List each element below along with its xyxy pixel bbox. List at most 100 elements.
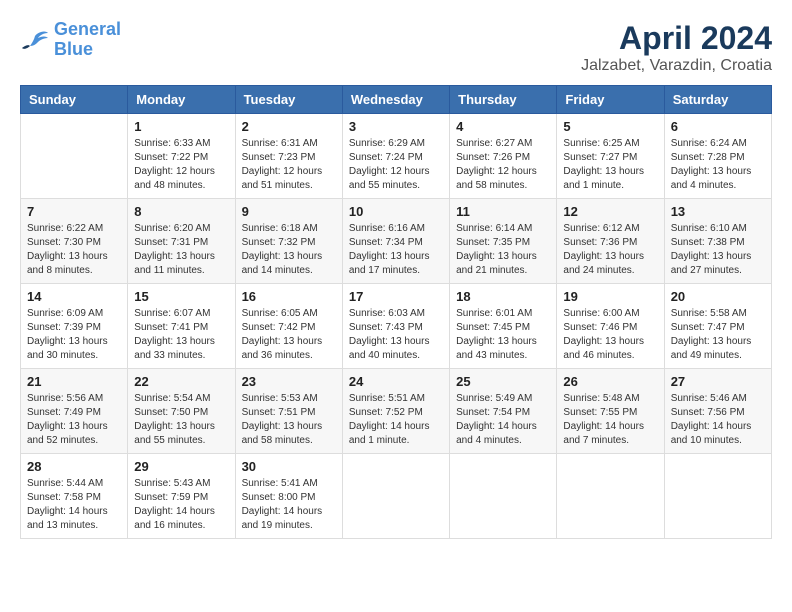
day-number: 27	[671, 374, 765, 389]
logo-line2: Blue	[54, 39, 93, 59]
calendar-cell: 16 Sunrise: 6:05 AM Sunset: 7:42 PM Dayli…	[235, 284, 342, 369]
calendar-week-row: 1Sunrise: 6:33 AM Sunset: 7:22 PM Daylig…	[21, 114, 772, 199]
calendar-cell: 6Sunrise: 6:24 AM Sunset: 7:28 PM Daylig…	[664, 114, 771, 199]
day-number: 14	[27, 289, 121, 304]
day-number: 9	[242, 204, 336, 219]
calendar-cell: 2Sunrise: 6:31 AM Sunset: 7:23 PM Daylig…	[235, 114, 342, 199]
day-number: 12	[563, 204, 657, 219]
calendar-cell: 11 Sunrise: 6:14 AM Sunset: 7:35 PM Dayli…	[450, 199, 557, 284]
calendar-header-day: Friday	[557, 86, 664, 114]
day-info: Sunrise: 6:25 AM Sunset: 7:27 PM Dayligh…	[563, 137, 657, 193]
calendar-cell: 27 Sunrise: 5:46 AM Sunset: 7:56 PM Dayli…	[664, 369, 771, 454]
calendar-cell: 5 Sunrise: 6:25 AM Sunset: 7:27 PM Daylig…	[557, 114, 664, 199]
day-info: Sunrise: 5:41 AM Sunset: 8:00 PM Dayligh…	[242, 477, 336, 533]
calendar-cell: 20 Sunrise: 5:58 AM Sunset: 7:47 PM Dayli…	[664, 284, 771, 369]
calendar-cell: 3 Sunrise: 6:29 AM Sunset: 7:24 PM Daylig…	[342, 114, 449, 199]
calendar-header-row: SundayMondayTuesdayWednesdayThursdayFrid…	[21, 86, 772, 114]
calendar-header-day: Sunday	[21, 86, 128, 114]
calendar-week-row: 28Sunrise: 5:44 AM Sunset: 7:58 PM Dayli…	[21, 454, 772, 539]
day-info: Sunrise: 6:07 AM Sunset: 7:41 PM Dayligh…	[134, 307, 228, 363]
day-number: 15	[134, 289, 228, 304]
day-number: 16	[242, 289, 336, 304]
calendar-week-row: 21Sunrise: 5:56 AM Sunset: 7:49 PM Dayli…	[21, 369, 772, 454]
day-number: 13	[671, 204, 765, 219]
day-number: 24	[349, 374, 443, 389]
logo-icon	[20, 28, 50, 52]
day-number: 23	[242, 374, 336, 389]
day-info: Sunrise: 6:16 AM Sunset: 7:34 PM Dayligh…	[349, 222, 443, 278]
day-info: Sunrise: 5:48 AM Sunset: 7:55 PM Dayligh…	[563, 392, 657, 448]
day-info: Sunrise: 6:12 AM Sunset: 7:36 PM Dayligh…	[563, 222, 657, 278]
logo-text: General Blue	[54, 20, 121, 60]
calendar-cell: 15 Sunrise: 6:07 AM Sunset: 7:41 PM Dayli…	[128, 284, 235, 369]
calendar-cell: 28Sunrise: 5:44 AM Sunset: 7:58 PM Dayli…	[21, 454, 128, 539]
day-number: 11	[456, 204, 550, 219]
calendar-header-day: Wednesday	[342, 86, 449, 114]
logo: General Blue	[20, 20, 121, 60]
day-info: Sunrise: 5:46 AM Sunset: 7:56 PM Dayligh…	[671, 392, 765, 448]
calendar-cell: 24 Sunrise: 5:51 AM Sunset: 7:52 PM Dayli…	[342, 369, 449, 454]
calendar-cell: 21Sunrise: 5:56 AM Sunset: 7:49 PM Dayli…	[21, 369, 128, 454]
day-number: 25	[456, 374, 550, 389]
calendar-cell	[21, 114, 128, 199]
calendar-header-day: Saturday	[664, 86, 771, 114]
day-info: Sunrise: 6:20 AM Sunset: 7:31 PM Dayligh…	[134, 222, 228, 278]
main-title: April 2024	[581, 20, 772, 57]
calendar-cell: 30 Sunrise: 5:41 AM Sunset: 8:00 PM Dayli…	[235, 454, 342, 539]
day-number: 18	[456, 289, 550, 304]
title-area: April 2024 Jalzabet, Varazdin, Croatia	[581, 20, 772, 75]
calendar-cell: 7 Sunrise: 6:22 AM Sunset: 7:30 PM Daylig…	[21, 199, 128, 284]
day-number: 1	[134, 119, 228, 134]
calendar-table: SundayMondayTuesdayWednesdayThursdayFrid…	[20, 85, 772, 539]
day-info: Sunrise: 5:43 AM Sunset: 7:59 PM Dayligh…	[134, 477, 228, 533]
calendar-cell: 25 Sunrise: 5:49 AM Sunset: 7:54 PM Dayli…	[450, 369, 557, 454]
calendar-cell: 12 Sunrise: 6:12 AM Sunset: 7:36 PM Dayli…	[557, 199, 664, 284]
day-info: Sunrise: 6:09 AM Sunset: 7:39 PM Dayligh…	[27, 307, 121, 363]
day-number: 4	[456, 119, 550, 134]
day-info: Sunrise: 5:51 AM Sunset: 7:52 PM Dayligh…	[349, 392, 443, 448]
calendar-cell: 29 Sunrise: 5:43 AM Sunset: 7:59 PM Dayli…	[128, 454, 235, 539]
calendar-header-day: Tuesday	[235, 86, 342, 114]
day-number: 22	[134, 374, 228, 389]
day-info: Sunrise: 5:53 AM Sunset: 7:51 PM Dayligh…	[242, 392, 336, 448]
subtitle: Jalzabet, Varazdin, Croatia	[581, 57, 772, 75]
day-number: 3	[349, 119, 443, 134]
day-number: 29	[134, 459, 228, 474]
day-info: Sunrise: 5:49 AM Sunset: 7:54 PM Dayligh…	[456, 392, 550, 448]
day-number: 7	[27, 204, 121, 219]
calendar-cell	[450, 454, 557, 539]
calendar-cell: 8 Sunrise: 6:20 AM Sunset: 7:31 PM Daylig…	[128, 199, 235, 284]
day-info: Sunrise: 6:22 AM Sunset: 7:30 PM Dayligh…	[27, 222, 121, 278]
calendar-cell: 13 Sunrise: 6:10 AM Sunset: 7:38 PM Dayli…	[664, 199, 771, 284]
day-number: 19	[563, 289, 657, 304]
calendar-cell	[342, 454, 449, 539]
day-info: Sunrise: 6:01 AM Sunset: 7:45 PM Dayligh…	[456, 307, 550, 363]
day-number: 17	[349, 289, 443, 304]
calendar-week-row: 7 Sunrise: 6:22 AM Sunset: 7:30 PM Daylig…	[21, 199, 772, 284]
day-info: Sunrise: 6:14 AM Sunset: 7:35 PM Dayligh…	[456, 222, 550, 278]
day-number: 30	[242, 459, 336, 474]
day-number: 20	[671, 289, 765, 304]
day-info: Sunrise: 6:24 AM Sunset: 7:28 PM Dayligh…	[671, 137, 765, 193]
calendar-cell: 17Sunrise: 6:03 AM Sunset: 7:43 PM Dayli…	[342, 284, 449, 369]
day-info: Sunrise: 6:00 AM Sunset: 7:46 PM Dayligh…	[563, 307, 657, 363]
day-info: Sunrise: 6:29 AM Sunset: 7:24 PM Dayligh…	[349, 137, 443, 193]
calendar-cell	[664, 454, 771, 539]
logo-line1: General	[54, 19, 121, 39]
calendar-cell: 14 Sunrise: 6:09 AM Sunset: 7:39 PM Dayli…	[21, 284, 128, 369]
day-number: 28	[27, 459, 121, 474]
calendar-header-day: Monday	[128, 86, 235, 114]
day-info: Sunrise: 5:58 AM Sunset: 7:47 PM Dayligh…	[671, 307, 765, 363]
calendar-cell: 19 Sunrise: 6:00 AM Sunset: 7:46 PM Dayli…	[557, 284, 664, 369]
calendar-cell: 1Sunrise: 6:33 AM Sunset: 7:22 PM Daylig…	[128, 114, 235, 199]
day-number: 26	[563, 374, 657, 389]
day-info: Sunrise: 6:10 AM Sunset: 7:38 PM Dayligh…	[671, 222, 765, 278]
day-number: 5	[563, 119, 657, 134]
day-number: 2	[242, 119, 336, 134]
day-info: Sunrise: 5:54 AM Sunset: 7:50 PM Dayligh…	[134, 392, 228, 448]
header: General Blue April 2024 Jalzabet, Varazd…	[20, 20, 772, 75]
day-info: Sunrise: 6:18 AM Sunset: 7:32 PM Dayligh…	[242, 222, 336, 278]
day-info: Sunrise: 6:05 AM Sunset: 7:42 PM Dayligh…	[242, 307, 336, 363]
calendar-cell: 26 Sunrise: 5:48 AM Sunset: 7:55 PM Dayli…	[557, 369, 664, 454]
day-number: 8	[134, 204, 228, 219]
